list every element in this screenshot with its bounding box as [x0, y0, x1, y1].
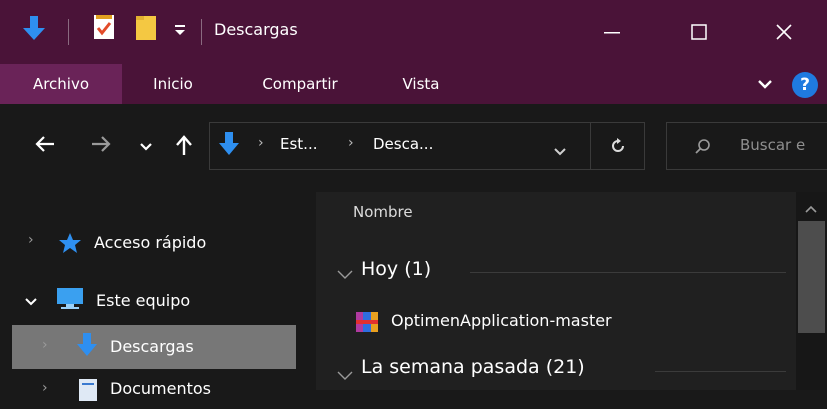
chevron-up-icon [805, 205, 817, 213]
breadcrumb-este-equipo[interactable]: Est... [280, 135, 317, 153]
chevron-down-icon [337, 371, 353, 380]
quick-access-star-icon [58, 232, 82, 258]
download-folder-icon [218, 131, 240, 161]
expand-chevron[interactable]: › [42, 337, 48, 353]
address-history-button[interactable] [553, 142, 567, 161]
maximize-button[interactable] [671, 6, 727, 58]
properties-check-icon[interactable] [93, 14, 115, 44]
tab-archivo[interactable]: Archivo [0, 64, 122, 104]
group-collapse-icon[interactable] [336, 266, 354, 285]
winrar-archive-icon [355, 311, 379, 337]
tab-inicio[interactable]: Inicio [133, 64, 213, 104]
group-divider [655, 371, 786, 372]
documents-icon [78, 378, 98, 406]
ribbon-expand-button[interactable] [757, 76, 773, 96]
search-icon [694, 138, 712, 160]
new-folder-icon[interactable] [134, 14, 160, 46]
file-item-name[interactable]: OptimenApplication-master [391, 311, 612, 330]
chevron-down-icon [554, 148, 566, 156]
chevron-down-icon [758, 80, 772, 89]
arrow-right-icon [92, 136, 111, 152]
tab-compartir[interactable]: Compartir [241, 64, 359, 104]
qa-separator-2 [201, 19, 202, 45]
breadcrumb-separator: › [348, 135, 354, 151]
search-placeholder: Buscar e [740, 136, 806, 154]
scrollbar-thumb[interactable] [798, 221, 825, 333]
breadcrumb-descargas[interactable]: Desca... [373, 135, 433, 153]
arrow-left-icon [35, 136, 54, 152]
group-divider [470, 272, 786, 273]
computer-monitor-icon [55, 287, 85, 315]
group-collapse-icon[interactable] [336, 367, 354, 386]
up-button[interactable] [174, 134, 194, 160]
scroll-up-button[interactable] [804, 199, 818, 218]
qa-separator [68, 19, 69, 45]
breadcrumb-separator: › [258, 135, 264, 151]
help-button[interactable]: ? [792, 72, 818, 98]
collapse-chevron[interactable] [24, 293, 38, 312]
window-title: Descargas [214, 20, 298, 39]
help-icon: ? [800, 75, 810, 95]
chevron-down-icon [25, 298, 37, 306]
close-icon [776, 24, 792, 40]
refresh-button[interactable] [590, 122, 645, 170]
download-folder-icon [76, 332, 98, 362]
minimize-button[interactable] [584, 6, 640, 58]
nav-item-acceso-rapido[interactable]: Acceso rápido [94, 223, 206, 263]
recent-locations-button[interactable] [139, 138, 153, 157]
forward-button[interactable] [90, 134, 112, 158]
nav-item-descargas[interactable]: Descargas [110, 327, 194, 367]
expand-chevron[interactable]: › [42, 380, 48, 396]
chevron-down-icon [140, 143, 152, 151]
customize-dropdown-icon[interactable] [173, 22, 187, 42]
back-button[interactable] [34, 134, 56, 158]
arrow-up-icon [176, 135, 192, 155]
download-arrow-icon[interactable] [22, 14, 46, 46]
group-header-hoy[interactable]: Hoy (1) [361, 258, 431, 280]
chevron-down-icon [337, 270, 353, 279]
nav-item-documentos[interactable]: Documentos [110, 369, 211, 409]
close-button[interactable] [756, 6, 812, 58]
group-header-semana-pasada[interactable]: La semana pasada (21) [361, 356, 585, 378]
minimize-icon [604, 32, 620, 34]
column-header-nombre[interactable]: Nombre [353, 203, 413, 221]
tab-vista[interactable]: Vista [386, 64, 456, 104]
expand-chevron[interactable]: › [28, 232, 34, 248]
maximize-icon [691, 24, 707, 40]
refresh-icon [612, 138, 624, 152]
nav-item-este-equipo[interactable]: Este equipo [96, 281, 190, 321]
